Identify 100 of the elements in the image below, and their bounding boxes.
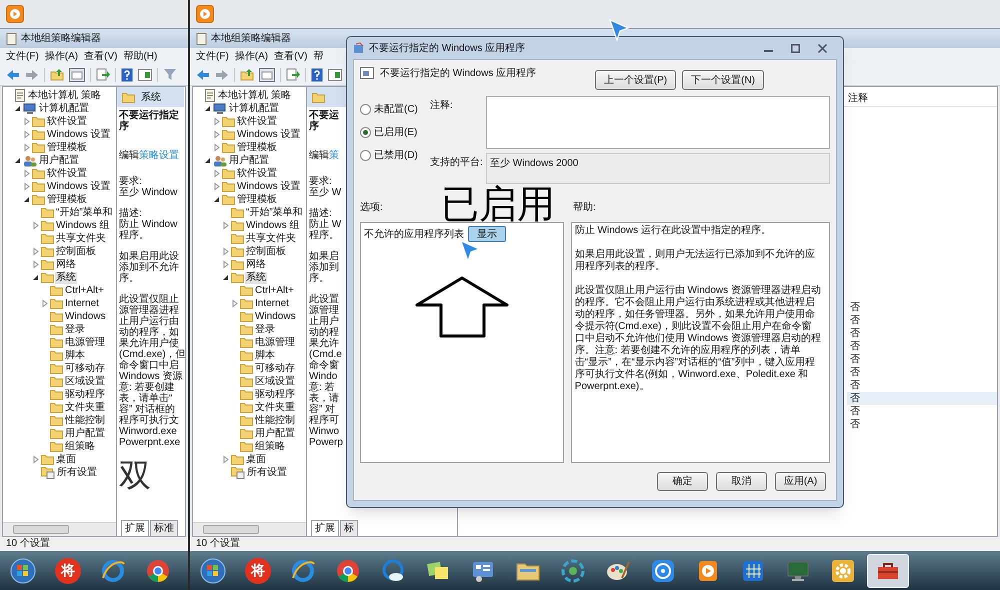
tree-item[interactable]: 用户配置 xyxy=(254,428,296,440)
tree-item[interactable]: 本地计算机 策略 xyxy=(27,90,102,102)
tree-item[interactable]: 所有设置 xyxy=(246,466,288,478)
radio-button[interactable] xyxy=(360,127,371,138)
tree-item[interactable]: Windows xyxy=(254,310,297,322)
next-setting-button[interactable]: 下一个设置(N) xyxy=(682,70,764,90)
radio-option[interactable]: 已启用(E) xyxy=(360,125,430,140)
tree-item[interactable]: 文件夹重 xyxy=(254,402,296,414)
tree-item[interactable]: Windows 设置 xyxy=(46,128,112,140)
tree-item[interactable]: 电源管理 xyxy=(254,336,296,348)
tree-item[interactable]: 网络 xyxy=(245,258,267,270)
tree-item[interactable]: 系统 xyxy=(55,272,77,284)
tree-item[interactable]: 用户配置 xyxy=(228,154,270,166)
tree-item[interactable]: 脚本 xyxy=(64,350,86,362)
tree-item[interactable]: Windows 组 xyxy=(245,220,300,232)
app-icon: 将 xyxy=(55,558,81,584)
tree-item[interactable]: 用户配置 xyxy=(38,154,80,166)
apply-button[interactable]: 应用(A) xyxy=(775,472,826,491)
help-icon xyxy=(121,68,133,82)
radio-button[interactable] xyxy=(360,104,371,115)
tree-item[interactable]: Windows 设置 xyxy=(46,180,112,192)
tree-item[interactable]: 登录 xyxy=(64,324,86,336)
tree-item[interactable]: Windows 设置 xyxy=(236,180,302,192)
menu-item[interactable]: 帮助(H) xyxy=(123,48,158,64)
tree-item[interactable]: 计算机配置 xyxy=(38,102,90,114)
view-tab[interactable]: 扩展 xyxy=(311,520,339,536)
tree-item[interactable]: 管理模板 xyxy=(236,142,278,154)
menu-item[interactable]: 文件(F) xyxy=(196,48,229,64)
tree-item[interactable]: 控制面板 xyxy=(245,246,287,258)
taskbar-button[interactable]: 将 xyxy=(237,554,279,588)
tree-item[interactable]: 区域设置 xyxy=(254,376,296,388)
tree-item[interactable]: 驱动程序 xyxy=(254,388,296,400)
tree-item[interactable]: “开始”菜单和 xyxy=(55,206,114,218)
tree-item[interactable]: 本地计算机 策略 xyxy=(217,90,292,102)
tree-item[interactable]: 所有设置 xyxy=(56,466,98,478)
tree-item[interactable]: Windows 设置 xyxy=(236,128,302,140)
tree-item[interactable]: 可移动存 xyxy=(254,362,296,374)
tree-item[interactable]: 桌面 xyxy=(245,454,267,466)
tree-item[interactable]: “开始”菜单和 xyxy=(245,206,304,218)
tree-item[interactable]: 电源管理 xyxy=(64,336,106,348)
tree-item[interactable]: 用户配置 xyxy=(64,428,106,440)
menu-item[interactable]: 操作(A) xyxy=(234,48,268,64)
taskbar-button[interactable] xyxy=(867,554,909,588)
policy-settings-link[interactable]: 策 xyxy=(329,150,339,161)
tree-item[interactable]: 桌面 xyxy=(55,454,77,466)
cursor-icon xyxy=(608,18,630,42)
tree-item[interactable]: 软件设置 xyxy=(46,168,88,180)
previous-setting-button[interactable]: 上一个设置(P) xyxy=(594,70,676,90)
gear-icon xyxy=(830,558,856,584)
tree-item[interactable]: 网络 xyxy=(55,258,77,270)
tree-item[interactable]: 管理模板 xyxy=(46,142,88,154)
tree-item[interactable]: Internet xyxy=(64,298,100,310)
menu-item[interactable]: 查看(V) xyxy=(274,48,308,64)
view-tab[interactable]: 标 xyxy=(340,520,358,536)
menu-item[interactable]: 查看(V) xyxy=(84,48,118,64)
tree-item[interactable]: Ctrl+Alt+ xyxy=(254,284,295,296)
tree-item[interactable]: 管理模板 xyxy=(46,194,88,206)
tree-item[interactable]: 管理模板 xyxy=(236,194,278,206)
player-icon xyxy=(196,5,214,23)
tree-item[interactable]: 共享文件夹 xyxy=(55,232,107,244)
tree-item[interactable]: 共享文件夹 xyxy=(245,232,297,244)
tree-item[interactable]: 计算机配置 xyxy=(228,102,280,114)
tree-item[interactable]: 组策略 xyxy=(254,440,286,452)
tree-item[interactable]: 软件设置 xyxy=(236,116,278,128)
radio-option[interactable]: 未配置(C) xyxy=(360,102,430,117)
tree-item[interactable]: 软件设置 xyxy=(46,116,88,128)
tree-item[interactable]: 性能控制 xyxy=(64,414,106,426)
tree-item[interactable]: 登录 xyxy=(254,324,276,336)
tree-item[interactable]: 系统 xyxy=(245,272,267,284)
horizontal-scrollbar[interactable] xyxy=(3,522,116,536)
ok-button[interactable]: 确定 xyxy=(657,472,708,491)
tree-item[interactable]: 控制面板 xyxy=(55,246,97,258)
tree-item[interactable]: 可移动存 xyxy=(64,362,106,374)
column-header[interactable]: 注释 xyxy=(847,87,997,106)
taskbar-button[interactable]: 将 xyxy=(47,554,89,588)
tree-item[interactable]: 文件夹重 xyxy=(64,402,106,414)
menu-item[interactable]: 帮 xyxy=(313,48,324,64)
tree-item[interactable]: Internet xyxy=(254,298,290,310)
radio-button[interactable] xyxy=(360,150,371,161)
view-tab[interactable]: 扩展 xyxy=(121,520,149,536)
horizontal-scrollbar[interactable] xyxy=(193,522,306,536)
tree-item[interactable]: 性能控制 xyxy=(254,414,296,426)
tree-item[interactable]: Ctrl+Alt+ xyxy=(64,284,105,296)
description-text: 此设置仅阻止 源管理器进程 止用户运行由 动的程序，如 果允许用户使 (Cmd.exe)，但 命令窗口中启 Windows 资源 意: 若要创建 表，请单击“ 容” 对话框的 程序可执行文 Winword.exe Powerpnt.exe xyxy=(119,294,186,448)
folder-icon xyxy=(50,285,63,296)
menu-item[interactable]: 文件(F) xyxy=(6,48,39,64)
tree-item[interactable]: Windows 组 xyxy=(55,220,110,232)
tree-item[interactable]: 组策略 xyxy=(64,440,96,452)
show-button[interactable]: 显示 xyxy=(468,226,506,242)
view-tab[interactable]: 标准 xyxy=(150,520,178,536)
tree-item[interactable]: 驱动程序 xyxy=(64,388,106,400)
tree-item[interactable]: 软件设置 xyxy=(236,168,278,180)
tree-item[interactable]: 脚本 xyxy=(254,350,276,362)
policy-settings-link[interactable]: 策略设置 xyxy=(139,150,179,161)
radio-option[interactable]: 已禁用(D) xyxy=(360,148,430,163)
comment-field[interactable] xyxy=(486,96,830,149)
tree-item[interactable]: 区域设置 xyxy=(64,376,106,388)
menu-item[interactable]: 操作(A) xyxy=(44,48,78,64)
cancel-button[interactable]: 取消 xyxy=(716,472,767,491)
tree-item[interactable]: Windows xyxy=(64,310,107,322)
